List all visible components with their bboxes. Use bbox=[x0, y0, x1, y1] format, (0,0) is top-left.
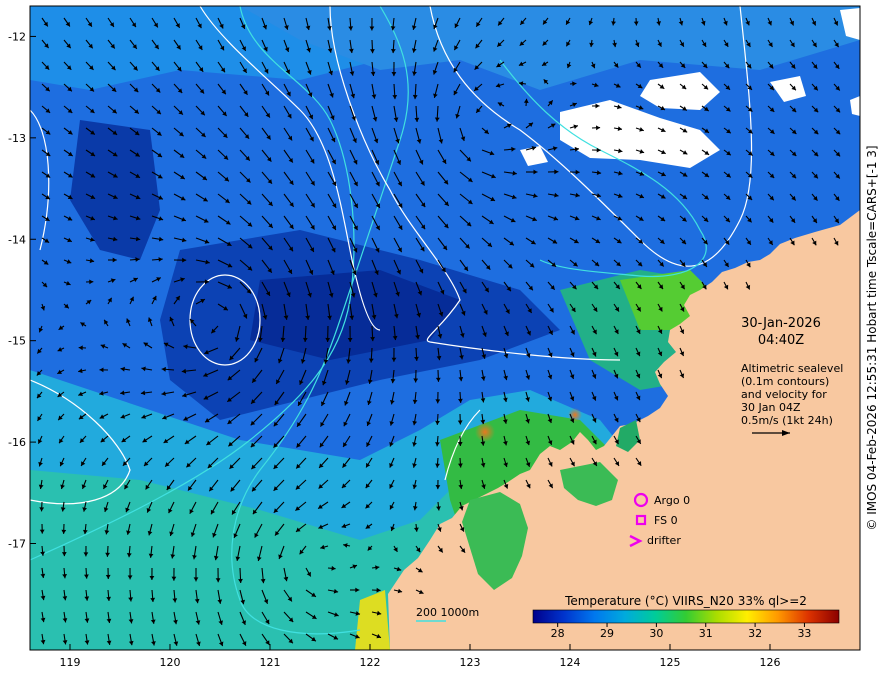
credit-text: © IMOS 04-Feb-2026 12:55:31 Hobart time … bbox=[865, 145, 879, 531]
sst-hotspot-1 bbox=[475, 422, 495, 442]
lat-tick-label: -17 bbox=[8, 538, 26, 551]
lat-tick-label: -16 bbox=[8, 436, 26, 449]
colorbar-tick-label: 29 bbox=[600, 627, 614, 640]
bathy-legend: 200 1000m bbox=[416, 606, 479, 622]
info-desc-line: 30 Jan 04Z bbox=[741, 401, 801, 414]
ocean-map: 119 120 121 122 123 124 125 126 -12 -13 -14 -15 -16… bbox=[8, 5, 861, 669]
credit-strip: © IMOS 04-Feb-2026 12:55:31 Hobart time … bbox=[864, 6, 880, 670]
colorbar-title: Temperature (°C) VIIRS_N20 33% ql>=2 bbox=[564, 594, 807, 608]
info-date: 30-Jan-2026 bbox=[741, 316, 821, 331]
info-time: 04:40Z bbox=[758, 333, 804, 348]
colorbar-bar bbox=[532, 609, 840, 624]
lon-tick-label: 125 bbox=[660, 656, 681, 669]
plot-area bbox=[29, 5, 861, 651]
fs-legend-label: FS 0 bbox=[654, 514, 678, 527]
info-desc-line: Altimetric sealevel bbox=[741, 362, 843, 375]
drifter-legend-label: drifter bbox=[647, 534, 681, 547]
colorbar-tick-label: 30 bbox=[649, 627, 663, 640]
argo-legend-label: Argo 0 bbox=[654, 494, 690, 507]
lon-tick-label: 119 bbox=[60, 656, 81, 669]
lon-tick-label: 126 bbox=[760, 656, 781, 669]
lat-tick-label: -15 bbox=[8, 335, 26, 348]
colorbar-tick-label: 31 bbox=[699, 627, 713, 640]
lon-tick-label: 123 bbox=[460, 656, 481, 669]
lat-tick-label: -13 bbox=[8, 132, 26, 145]
colorbar-tick-label: 33 bbox=[797, 627, 811, 640]
lon-tick-label: 120 bbox=[160, 656, 181, 669]
info-desc-line: (0.1m contours) bbox=[741, 375, 829, 388]
info-desc-line: 0.5m/s (1kt 24h) bbox=[741, 414, 833, 427]
lon-tick-label: 124 bbox=[560, 656, 581, 669]
lat-tick-label: -12 bbox=[8, 30, 26, 43]
lon-tick-label: 121 bbox=[260, 656, 281, 669]
lat-tick-label: -14 bbox=[8, 233, 26, 246]
lon-tick-label: 122 bbox=[360, 656, 381, 669]
bathy-legend-label: 200 1000m bbox=[416, 606, 479, 619]
info-desc-line: and velocity for bbox=[741, 388, 827, 401]
colorbar-tick-label: 28 bbox=[551, 627, 565, 640]
colorbar-tick-label: 32 bbox=[748, 627, 762, 640]
